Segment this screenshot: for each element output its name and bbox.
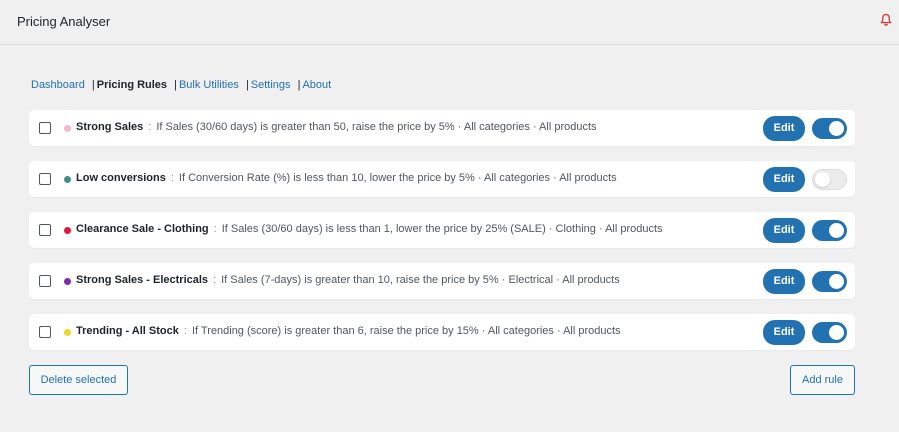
rule-row: Trending - All Stock: If Trending (score)…: [29, 314, 855, 350]
nav-separator: |: [245, 79, 249, 91]
add-rule-button[interactable]: Add rule: [790, 365, 855, 395]
toggle-knob: [829, 325, 844, 340]
nav-separator: |: [297, 79, 301, 91]
rule-checkbox[interactable]: [39, 224, 51, 236]
rule-color-dot: [64, 176, 71, 183]
rule-description: If Sales (7-days) is greater than 10, ra…: [221, 274, 620, 286]
tab-pricing-rules[interactable]: Pricing Rules: [97, 79, 167, 91]
rule-summary: Low conversions: If Conversion Rate (%) i…: [76, 172, 617, 184]
nav-separator: |: [91, 79, 95, 91]
rule-name: Clearance Sale - Clothing: [76, 223, 209, 235]
rule-description: If Conversion Rate (%) is less than 10, …: [178, 172, 617, 184]
edit-rule-button[interactable]: Edit: [763, 269, 805, 294]
rule-enabled-toggle[interactable]: [812, 220, 847, 241]
tab-settings[interactable]: Settings: [251, 79, 291, 91]
edit-rule-button[interactable]: Edit: [763, 218, 805, 243]
top-bar: Pricing Analyser: [0, 0, 899, 45]
toggle-knob: [829, 121, 844, 136]
rule-summary: Clearance Sale - Clothing: If Sales (30/6…: [76, 223, 663, 235]
rule-checkbox[interactable]: [39, 326, 51, 338]
rule-separator: :: [170, 172, 174, 184]
edit-rule-button[interactable]: Edit: [763, 116, 805, 141]
notification-bell-icon[interactable]: [880, 13, 894, 29]
tab-dashboard[interactable]: Dashboard: [31, 79, 85, 91]
toggle-knob: [815, 172, 830, 187]
rule-color-dot: [64, 278, 71, 285]
rule-summary: Strong Sales - Electricals: If Sales (7-d…: [76, 274, 620, 286]
rule-enabled-toggle[interactable]: [812, 169, 847, 190]
rule-name: Low conversions: [76, 172, 166, 184]
delete-selected-button[interactable]: Delete selected: [29, 365, 128, 395]
rule-separator: :: [213, 274, 217, 286]
toggle-knob: [829, 274, 844, 289]
app-title: Pricing Analyser: [17, 14, 111, 29]
rule-summary: Strong Sales: If Sales (30/60 days) is gr…: [76, 121, 597, 133]
rule-separator: :: [213, 223, 217, 235]
rule-summary: Trending - All Stock: If Trending (score)…: [76, 325, 621, 337]
rule-color-dot: [64, 227, 71, 234]
edit-rule-button[interactable]: Edit: [763, 167, 805, 192]
rule-checkbox[interactable]: [39, 122, 51, 134]
rule-checkbox[interactable]: [39, 173, 51, 185]
rule-checkbox[interactable]: [39, 275, 51, 287]
rule-enabled-toggle[interactable]: [812, 322, 847, 343]
rule-row: Strong Sales: If Sales (30/60 days) is gr…: [29, 110, 855, 146]
rule-name: Trending - All Stock: [76, 325, 179, 337]
rule-name: Strong Sales - Electricals: [76, 274, 209, 286]
rule-name: Strong Sales: [76, 121, 144, 133]
rule-row: Low conversions: If Conversion Rate (%) i…: [29, 161, 855, 197]
rule-color-dot: [64, 329, 71, 336]
rule-description: If Sales (30/60 days) is greater than 50…: [156, 121, 597, 133]
rule-description: If Trending (score) is greater than 6, r…: [191, 325, 621, 337]
tab-navigation: Dashboard | Pricing Rules | Bulk Utilities…: [31, 79, 331, 91]
rule-description: If Sales (30/60 days) is less than 1, lo…: [221, 223, 663, 235]
rule-row: Clearance Sale - Clothing: If Sales (30/6…: [29, 212, 855, 248]
rule-enabled-toggle[interactable]: [812, 118, 847, 139]
rule-separator: :: [148, 121, 152, 133]
edit-rule-button[interactable]: Edit: [763, 320, 805, 345]
toggle-knob: [829, 223, 844, 238]
tab-bulk-utilities[interactable]: Bulk Utilities: [179, 79, 239, 91]
tab-about[interactable]: About: [302, 79, 331, 91]
rule-color-dot: [64, 125, 71, 132]
rule-separator: :: [183, 325, 187, 337]
rule-enabled-toggle[interactable]: [812, 271, 847, 292]
nav-separator: |: [174, 79, 177, 91]
rule-row: Strong Sales - Electricals: If Sales (7-d…: [29, 263, 855, 299]
